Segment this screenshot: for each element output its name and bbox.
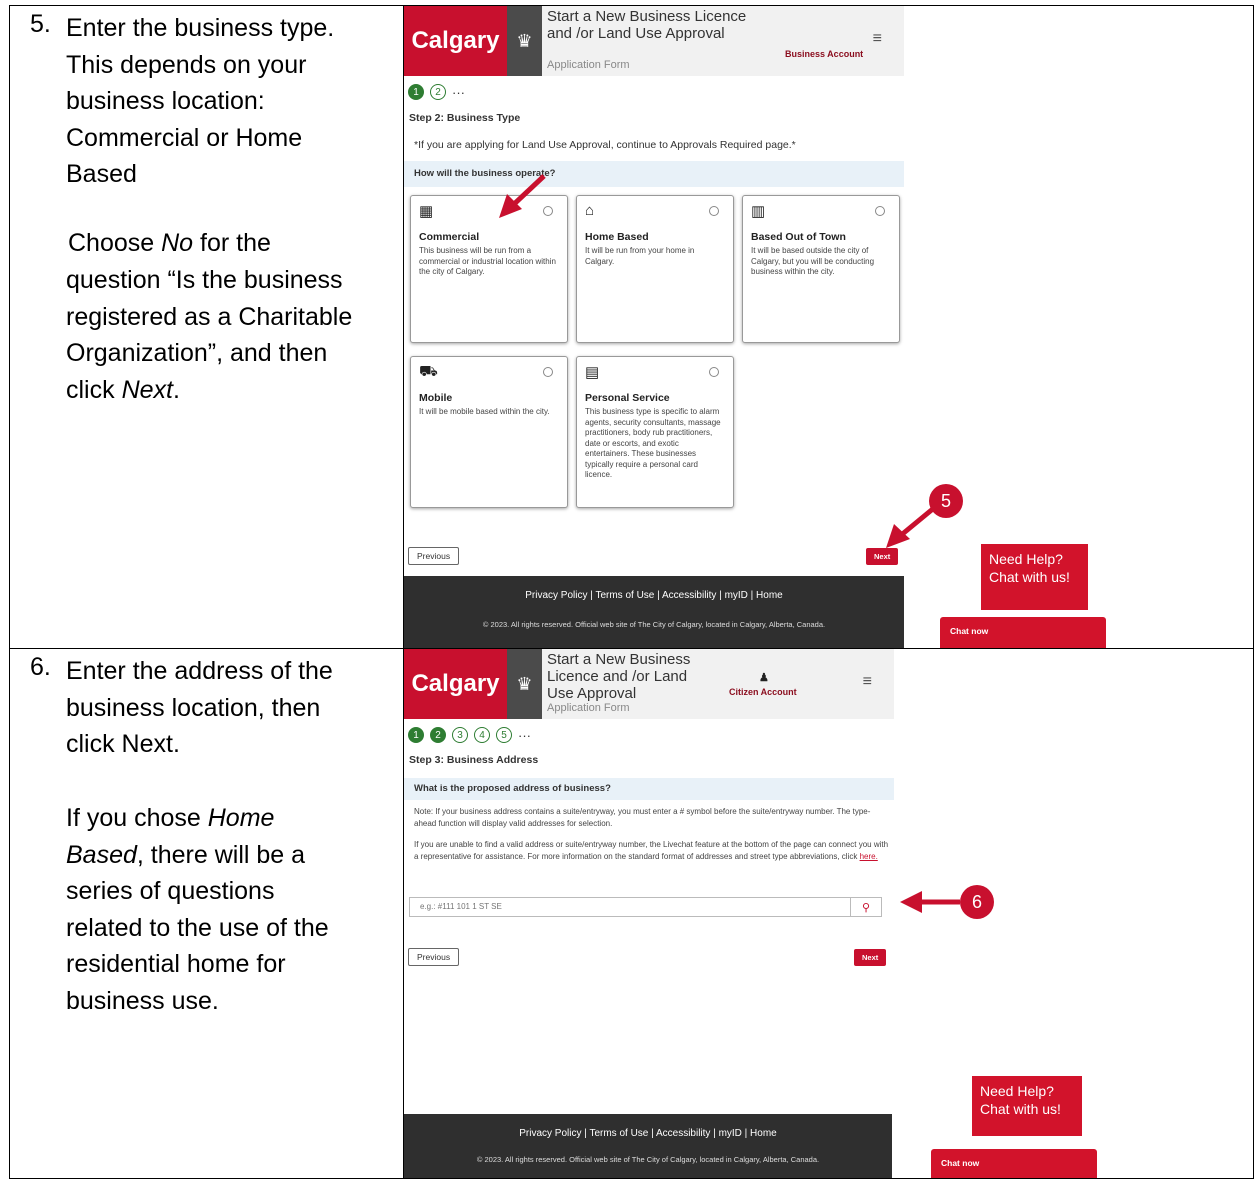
pointer-arrows — [499, 174, 936, 548]
step-5-choose-text: Choose No for the — [68, 225, 403, 262]
step-number: 5. — [30, 10, 51, 38]
text-fragment: Choose — [68, 229, 162, 257]
text-line: This depends on your — [66, 50, 307, 79]
step-5-row: 5. Enter the business type. This depends… — [9, 5, 1254, 649]
step-6-home-based-text: If you chose Home Based, there will be a… — [66, 800, 401, 1019]
arrow-to-commercial — [499, 174, 546, 218]
text-line: business location: — [66, 87, 265, 115]
text-fragment: If you chose — [66, 804, 208, 832]
step-6-text: Enter the address of the business locati… — [66, 653, 401, 763]
pointer-arrows — [900, 891, 960, 913]
text-line: Based — [66, 160, 137, 188]
text-fragment: for the — [193, 229, 271, 257]
text-line: registered as a Charitable — [66, 302, 353, 331]
text-line: click Next. — [66, 730, 180, 758]
text-line: Organization”, and then — [66, 339, 328, 367]
instruction-table: 5. Enter the business type. This depends… — [9, 5, 1254, 1179]
text-line: residential home for — [66, 950, 286, 978]
step-6-screenshot: Calgary ♛ Start a New Business Licence a… — [403, 648, 1254, 1179]
step-number: 6. — [30, 653, 51, 681]
text-fragment: . — [172, 375, 180, 404]
text-line: related to the use of the — [66, 913, 329, 942]
step-6-instructions: 6. Enter the address of the business loc… — [9, 648, 404, 1179]
step-5-question-text: question “Is the business registered as … — [66, 262, 401, 408]
step-6-row: 6. Enter the address of the business loc… — [9, 648, 1254, 1179]
step-5-screenshot: Calgary ♛ Start a New Business Licence a… — [403, 5, 1254, 649]
italic-next: Next — [121, 375, 173, 404]
text-line: question “Is the business — [66, 266, 343, 294]
text-fragment: , there will be a — [136, 840, 306, 869]
text-fragment: click — [66, 375, 122, 404]
text-line: series of questions — [66, 877, 275, 905]
text-line: business location, then — [66, 693, 321, 722]
italic-based: Based — [66, 840, 137, 869]
arrow-to-search-field — [900, 891, 960, 913]
text-line: Commercial or Home — [66, 123, 303, 152]
italic-no: No — [161, 229, 194, 257]
arrow-to-next — [886, 506, 936, 548]
step-5-text: Enter the business type. This depends on… — [66, 10, 401, 193]
step-5-instructions: 5. Enter the business type. This depends… — [9, 5, 404, 649]
text-line: business use. — [66, 986, 219, 1015]
italic-home: Home — [207, 804, 275, 832]
text-line: Enter the business type. — [66, 14, 335, 42]
text-line: Enter the address of the — [66, 657, 333, 685]
